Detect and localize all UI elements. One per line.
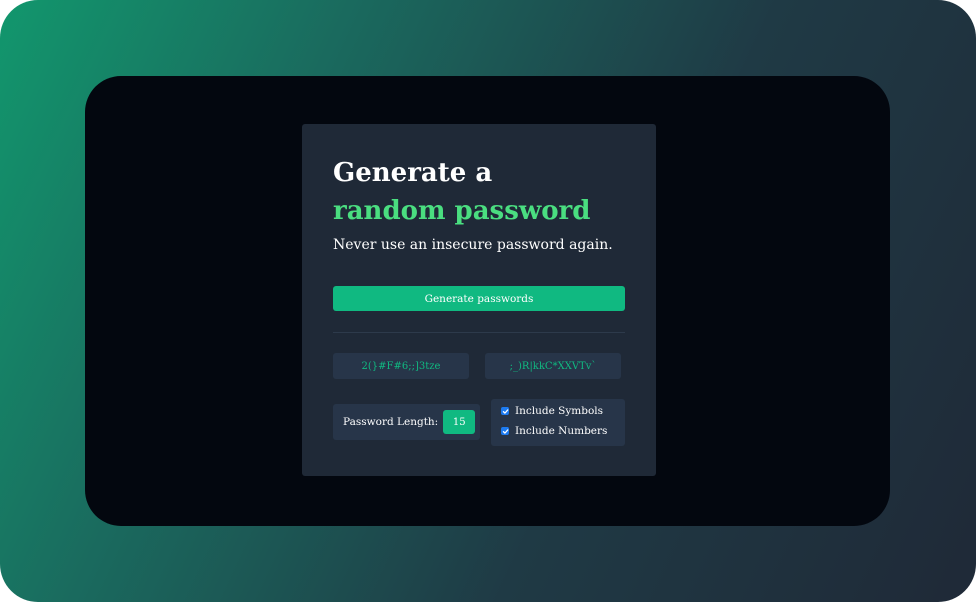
generate-passwords-button[interactable]: Generate passwords [333, 286, 625, 311]
password-generator-card: Generate a random password Never use an … [302, 124, 656, 476]
divider [333, 332, 625, 333]
title-line-2-accent: random password [333, 196, 591, 226]
include-numbers-label: Include Numbers [515, 425, 608, 437]
password-length-control: Password Length: 15 [333, 404, 480, 440]
password-length-label: Password Length: [343, 416, 439, 428]
include-symbols-checkbox[interactable] [501, 407, 509, 415]
include-symbols-option[interactable]: Include Symbols [501, 405, 603, 417]
password-output-2[interactable]: ;_)R|kkC*XXVTv` [485, 353, 621, 379]
options-panel: Include Symbols Include Numbers [491, 399, 625, 446]
password-output-1[interactable]: 2(}#F#6;;]3tze [333, 353, 469, 379]
title-line-1: Generate a [333, 158, 493, 188]
include-symbols-label: Include Symbols [515, 405, 604, 417]
include-numbers-checkbox[interactable] [501, 427, 509, 435]
password-length-input[interactable]: 15 [443, 410, 476, 434]
subtitle: Never use an insecure password again. [333, 237, 613, 253]
include-numbers-option[interactable]: Include Numbers [501, 425, 607, 437]
